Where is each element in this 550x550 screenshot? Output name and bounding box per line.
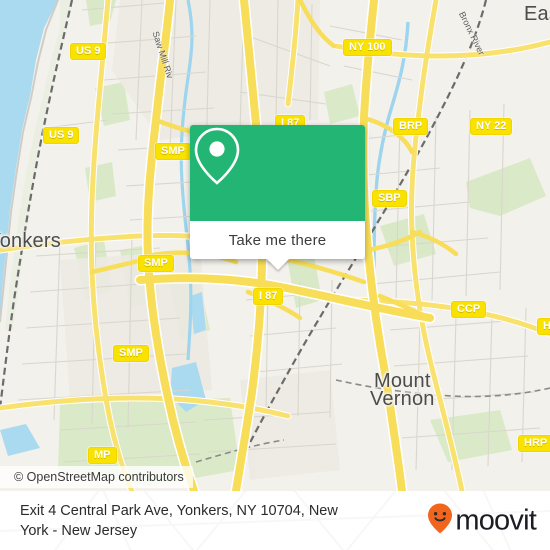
footer-bar: Exit 4 Central Park Ave, Yonkers, NY 107… <box>0 491 550 550</box>
highway-shield-ccp: CCP <box>451 301 487 318</box>
highway-shield-smp-2: SMP <box>138 255 174 272</box>
openstreetmap-attribution[interactable]: © OpenStreetMap contributors <box>0 466 193 488</box>
highway-shield-smp-1: SMP <box>155 143 191 160</box>
popup-pointer <box>266 259 289 270</box>
highway-shield-smp-3: SMP <box>113 345 149 362</box>
highway-shield-hrp-1: HRP <box>537 318 550 335</box>
highway-shield-brp: BRP <box>393 118 429 135</box>
take-me-there-popup[interactable]: Take me there <box>190 125 365 270</box>
highway-shield-ny-100: NY 100 <box>343 39 392 56</box>
popup-header <box>190 125 365 221</box>
highway-shield-hrp-2: HRP <box>518 435 550 452</box>
moovit-logo[interactable]: moovit <box>427 502 537 539</box>
moovit-pin-icon <box>427 502 453 539</box>
address-caption: Exit 4 Central Park Ave, Yonkers, NY 107… <box>20 502 338 539</box>
highway-shield-us-9-north: US 9 <box>70 43 107 60</box>
moovit-wordmark: moovit <box>455 504 536 536</box>
highway-shield-us-9-south: US 9 <box>43 127 80 144</box>
popup-action-area[interactable]: Take me there <box>190 221 365 259</box>
highway-shield-sbp: SBP <box>372 190 407 207</box>
highway-shield-i-87-south: I 87 <box>253 288 284 305</box>
highway-shield-mp: MP <box>88 447 117 464</box>
map-screenshot: Yonkers Mount Vernon East Saw Mill Riv B… <box>0 0 550 550</box>
take-me-there-label: Take me there <box>228 231 327 249</box>
map-canvas[interactable]: Yonkers Mount Vernon East Saw Mill Riv B… <box>0 0 550 491</box>
highway-shield-ny-22: NY 22 <box>470 118 513 135</box>
